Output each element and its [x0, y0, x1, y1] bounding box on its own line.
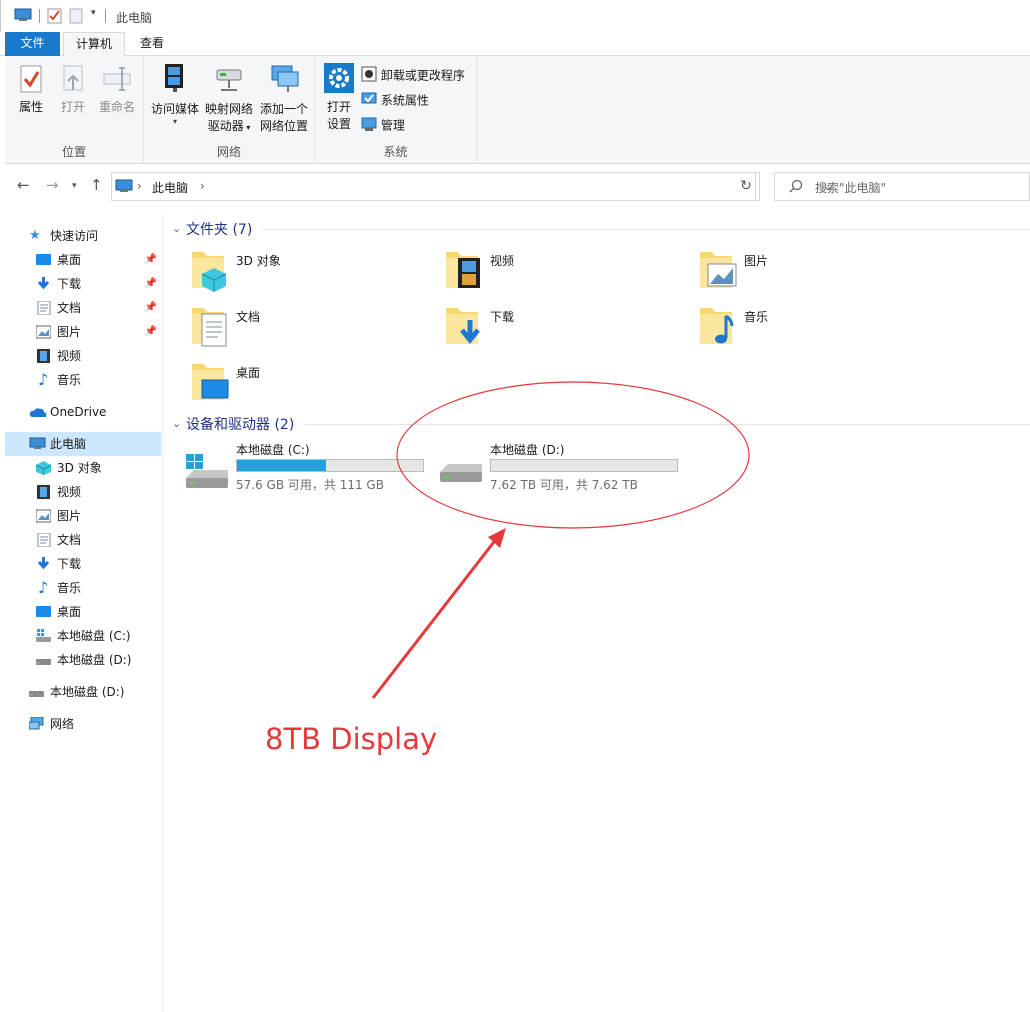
- annotation-arrow-shaft: [371, 537, 499, 699]
- annotation-overlay: [371, 381, 750, 699]
- annotation-text: 8TB Display: [265, 722, 438, 756]
- annotation-ellipse: [396, 381, 750, 529]
